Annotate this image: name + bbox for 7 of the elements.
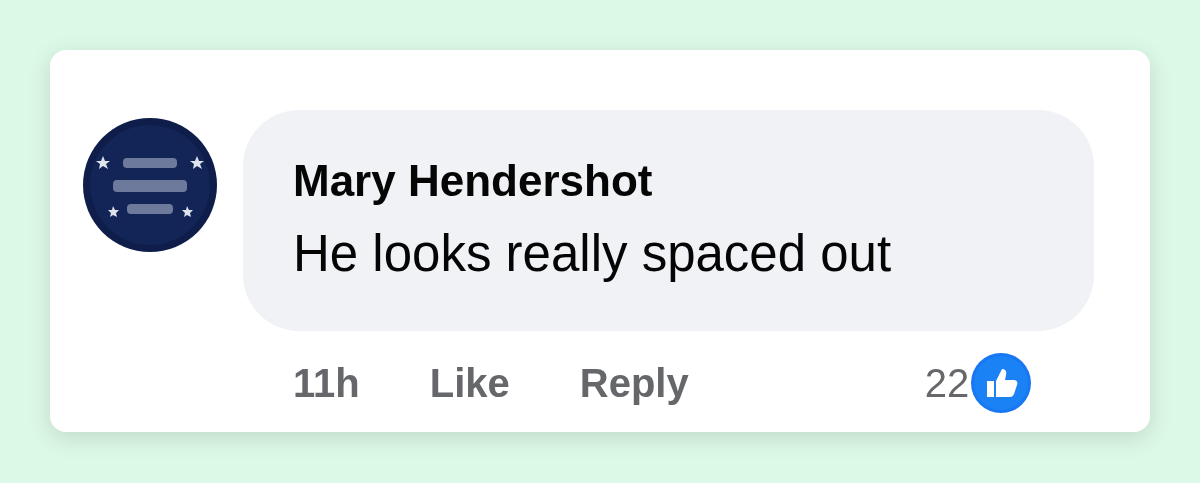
comment-text: He looks really spaced out (293, 224, 893, 283)
comment-time: 11h (293, 360, 360, 406)
thumbs-up-icon (971, 353, 1032, 413)
like-link[interactable]: Like (429, 360, 510, 406)
reaction-count: 22 (924, 360, 970, 406)
author-name: Mary Hendershot (293, 156, 654, 206)
reply-link[interactable]: Reply (579, 360, 689, 406)
